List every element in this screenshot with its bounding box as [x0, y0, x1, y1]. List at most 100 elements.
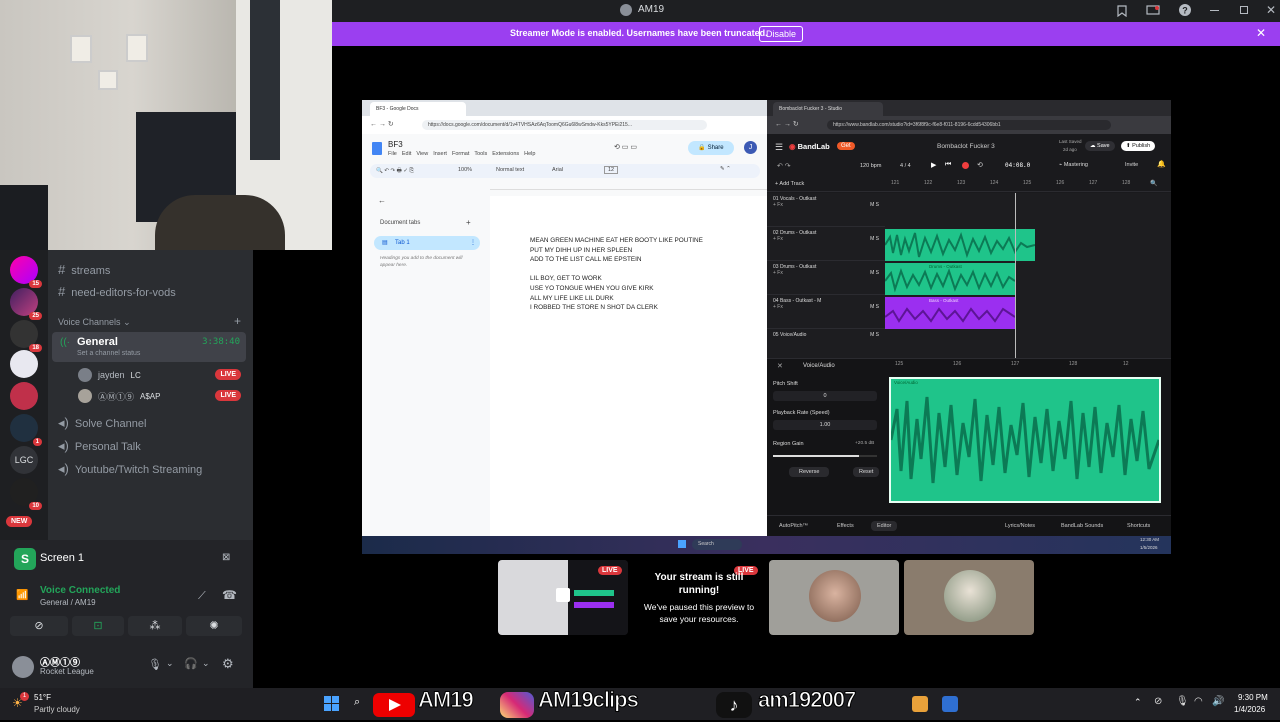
add-channel-icon[interactable]: +	[234, 314, 241, 328]
playback-rate-stepper[interactable]: 1.00	[773, 420, 877, 430]
add-tab-icon[interactable]: +	[466, 218, 471, 227]
play-icon[interactable]: ▶	[931, 161, 936, 169]
close-panel-icon[interactable]: ✕	[777, 362, 783, 370]
search-icon[interactable]: ⌕	[354, 696, 360, 709]
wifi-icon[interactable]: ◠	[1194, 696, 1203, 707]
server-icon[interactable]: 10	[10, 478, 42, 510]
document-page[interactable]: MEAN GREEN MACHINE EAT HER BOOTY LIKE PO…	[490, 196, 767, 536]
undo-redo-icon[interactable]: 🔍 ↶ ↷ 🖶 ✓ ⎘	[376, 167, 414, 176]
close-icon[interactable]: ✕	[1266, 3, 1276, 17]
account-avatar[interactable]: J	[744, 141, 757, 154]
weather-desc[interactable]: Partly cloudy	[34, 705, 80, 714]
channel-personal-talk[interactable]: ◂) Personal Talk	[58, 438, 141, 454]
menu-format[interactable]: Format	[452, 151, 469, 157]
menu-view[interactable]: View	[416, 151, 428, 157]
fx-button[interactable]: + Fx	[773, 236, 783, 242]
channel-youtube-twitch[interactable]: ◂) Youtube/Twitch Streaming	[58, 461, 202, 477]
audio-clip[interactable]	[884, 229, 1036, 261]
volume-icon[interactable]: 🔊	[1212, 696, 1224, 707]
system-date[interactable]: 1/4/2026	[1234, 705, 1265, 714]
participant-tile-am19[interactable]	[904, 560, 1034, 635]
fx-button[interactable]: + Fx	[773, 304, 783, 310]
invite-button[interactable]: Invite	[1125, 162, 1138, 168]
screen-icon[interactable]	[1146, 4, 1160, 16]
back-arrow-icon[interactable]: ←	[378, 196, 386, 205]
channel-status-input[interactable]: Set a channel status	[77, 350, 140, 357]
mute-solo-buttons[interactable]: M S	[870, 270, 879, 276]
bpm-display[interactable]: 120 bpm	[860, 163, 881, 169]
add-track-button[interactable]: + Add Track	[775, 181, 804, 187]
fx-button[interactable]: + Fx	[773, 202, 783, 208]
track-row[interactable]: 02 Drums - Outkast + Fx M S	[767, 227, 885, 261]
font-size-input[interactable]: 12	[604, 166, 619, 174]
inbox-icon[interactable]	[1116, 4, 1128, 18]
weather-temp[interactable]: 51°F	[34, 693, 51, 702]
server-icon[interactable]: 1	[10, 414, 42, 446]
tab-editor[interactable]: Editor	[871, 521, 898, 531]
server-icon-lgc[interactable]: LGC	[10, 446, 38, 474]
minimize-icon[interactable]	[1210, 10, 1219, 11]
screen-share-button[interactable]: ⊡	[72, 616, 124, 636]
channel-streams[interactable]: # streams	[58, 262, 110, 277]
menu-help[interactable]: Help	[524, 151, 535, 157]
banner-close-icon[interactable]: ✕	[1256, 26, 1266, 40]
record-icon[interactable]	[962, 162, 969, 169]
gain-slider[interactable]	[773, 455, 877, 457]
mic-icon[interactable]: 🎙	[1176, 696, 1189, 707]
track-row[interactable]: 03 Drums - Outkast + Fx M S	[767, 261, 885, 295]
menu-insert[interactable]: Insert	[433, 151, 447, 157]
bandlab-logo[interactable]: ◉ BandLab	[789, 142, 830, 151]
server-icon[interactable]: 18	[10, 320, 42, 352]
fx-button[interactable]: + Fx	[773, 270, 783, 276]
bandlab-sounds-button[interactable]: BandLab Sounds	[1061, 523, 1103, 529]
reverse-button[interactable]: Reverse	[789, 467, 830, 477]
server-icon[interactable]: 25	[10, 288, 42, 320]
disable-button[interactable]: Disable	[759, 26, 804, 42]
browser-tab-bandlab[interactable]: Bombaclot Fucker 3 - Studio	[773, 102, 883, 116]
chevron-up-icon[interactable]: ⌃	[1134, 697, 1142, 708]
settings-gear-icon[interactable]: ⚙	[222, 656, 234, 672]
mute-solo-buttons[interactable]: M S	[870, 304, 879, 310]
edit-mode-icon[interactable]: ✎ ⌃	[720, 166, 731, 172]
soundboard-button[interactable]: ✺	[186, 616, 242, 636]
time-signature[interactable]: 4 / 4	[900, 163, 911, 169]
participant-tile-jayden[interactable]	[769, 560, 899, 635]
skip-back-icon[interactable]: ⏮	[945, 161, 951, 169]
stream-preview-screen[interactable]: LIVE	[498, 560, 628, 635]
menu-edit[interactable]: Edit	[402, 151, 411, 157]
voice-status[interactable]: Voice Connected	[40, 585, 120, 596]
loop-icon[interactable]: ⟲	[977, 161, 983, 169]
undo-icon[interactable]: ↶ ↷	[777, 162, 791, 170]
system-clock[interactable]: 9:30 PM	[1238, 693, 1268, 702]
region-waveform[interactable]: Voice/Audio	[889, 377, 1161, 503]
get-button[interactable]: Get	[837, 142, 855, 150]
notifications-icon[interactable]: 🔔	[1157, 160, 1166, 168]
headset-icon[interactable]: 🎧	[184, 657, 198, 670]
file-explorer-icon[interactable]	[912, 696, 928, 712]
save-button[interactable]: ☁ Save	[1085, 141, 1115, 151]
mute-solo-buttons[interactable]: M S	[870, 332, 879, 338]
voice-location[interactable]: General / AM19	[40, 598, 96, 607]
menu-tools[interactable]: Tools	[474, 151, 487, 157]
channel-general[interactable]: ((· General 3:38:40 Set a channel status	[52, 332, 246, 362]
app-shield-icon[interactable]	[942, 696, 958, 712]
mute-icon[interactable]: 🎙	[148, 658, 162, 671]
channel-need-editors[interactable]: # need-editors-for-vods	[58, 284, 176, 299]
voice-channels-header[interactable]: Voice Channels ⌄	[58, 317, 131, 328]
more-vert-icon[interactable]: ⋮	[470, 239, 476, 246]
doc-title[interactable]: BF3	[388, 140, 403, 149]
chevron-down-icon[interactable]: ⌄	[202, 658, 210, 669]
camera-button[interactable]: ⊘	[10, 616, 68, 636]
project-title[interactable]: Bombaclot Fucker 3	[937, 143, 995, 150]
avatar[interactable]	[12, 656, 34, 678]
audio-clip[interactable]: Bass - Outkast	[884, 297, 1016, 329]
history-icon[interactable]: ⟲ ▭ ▭	[614, 143, 637, 151]
disconnect-icon[interactable]: ☎	[222, 588, 237, 602]
font-select[interactable]: Arial	[552, 167, 563, 173]
publish-button[interactable]: ⬆ Publish	[1121, 141, 1156, 151]
address-bar[interactable]: https://www.bandlab.com/studio?id=3f6f8f…	[827, 120, 1111, 130]
voice-user-am19[interactable]: ⒶⓂ①⑨ A$AP	[78, 389, 160, 403]
tab-autopitch[interactable]: AutoPitch™	[779, 523, 808, 529]
style-select[interactable]: Normal text	[496, 167, 524, 173]
menu-icon[interactable]: ☰	[775, 142, 783, 153]
